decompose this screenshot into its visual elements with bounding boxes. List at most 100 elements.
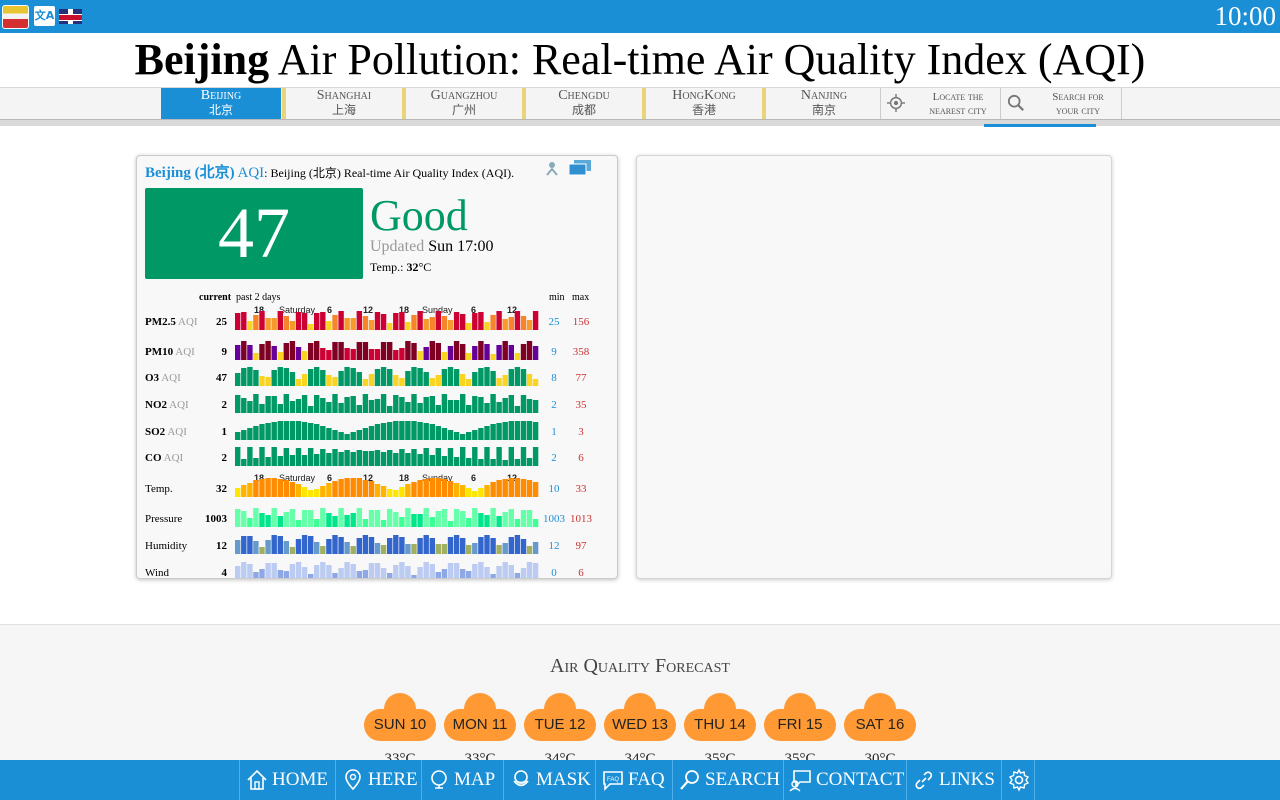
sparkline-bar [435,375,441,386]
sparkline-bar [532,379,539,386]
gear-icon [1008,768,1030,792]
sparkline-bar [393,535,399,554]
sparkline-bar [399,537,405,554]
city-tab-shanghai[interactable]: Shanghai 上海 [282,88,402,119]
sparkline-bar [295,312,302,330]
row-max-value: 156 [572,316,590,328]
locate-label-line2: nearest city [929,105,987,117]
row-label-name: Wind [145,567,169,579]
city-tab-beijing[interactable]: Beijing 北京 [161,88,281,119]
sparkline-bar [289,547,296,554]
sparkline-bar [344,515,350,527]
sparkline-bar [393,421,399,440]
locate-nearest-city-button[interactable]: Locate the nearest city [880,88,1000,119]
city-tab-hongkong[interactable]: HongKong 香港 [642,88,762,119]
sparkline-bar [520,510,527,527]
sparkline-bar [441,316,448,330]
sparkline-bar [441,456,448,466]
nav-settings[interactable] [1001,760,1035,800]
forecast-day-cloud[interactable]: WED 13 [604,693,676,745]
row-max-value: 3 [578,426,584,438]
sparkline-bar [295,399,302,413]
nav-contact[interactable]: CONTACT [783,760,908,800]
sparkline-bar [472,564,478,578]
city-tab-guangzhou[interactable]: Guangzhou 广州 [402,88,522,119]
top-bar: 文A 10:00 [0,0,1280,33]
sparkline-bar [253,458,259,466]
forecast-day-label: SAT 16 [855,716,905,733]
forecast-day-cloud[interactable]: SAT 16 [844,693,916,745]
sparkline-bar [277,352,283,360]
sparkline-bar [417,368,423,386]
english-flag-icon[interactable] [59,9,82,24]
sparkline-bar [508,345,514,360]
sparkline-bar [241,341,247,360]
windows-icon[interactable] [569,160,591,176]
sparkline-bar [417,567,423,578]
forecast-day-cloud[interactable]: TUE 12 [524,693,596,745]
sparkline-bar [405,371,411,386]
sparkline-bar [441,428,448,440]
nav-home[interactable]: HOME [239,760,332,800]
sparkline-bar [326,375,332,386]
nav-search[interactable]: SEARCH [672,760,784,800]
sparkline-bar [411,421,417,440]
sparkline-bar [393,565,399,578]
forecast-day-cloud[interactable]: FRI 15 [764,693,836,745]
sparkline-bar [472,543,478,554]
sparkline-bar [380,452,387,466]
sparkline-bar [484,447,490,466]
sparkline-bar [435,426,441,440]
sparkline-bar [320,312,326,330]
sparkline-bar [289,372,296,386]
translate-icon[interactable]: 文A [34,6,55,26]
sparkline-bar [447,346,454,360]
sparkline-bar [338,452,344,466]
nav-mask-label: MASK [536,769,591,790]
sparkline-bar [271,396,277,413]
nav-mask[interactable]: MASK [503,760,595,800]
sparkline-bar [338,342,344,360]
sparkline-bar [429,424,435,440]
col-current-header: current [199,292,232,303]
sparkline-bar [441,569,448,578]
share-icon[interactable] [545,161,559,177]
row-sparkline [235,394,539,413]
sparkline-bar [496,423,502,440]
sparkline-bar [466,379,472,386]
forecast-day-cloud[interactable]: SUN 10 [364,693,436,745]
sparkline-bar [393,395,399,413]
city-tab-label-cn: 上海 [331,103,356,117]
sparkline-bar [295,520,302,527]
aqi-card-city-link[interactable]: Beijing (北京) [145,165,235,181]
sparkline-bar [453,483,460,497]
sparkline-bar [308,369,314,386]
sparkline-bar [277,311,283,330]
forecast-day-cloud[interactable]: MON 11 [444,693,516,745]
sparkline-bar [435,511,441,527]
nav-map[interactable]: MAP [421,760,499,800]
active-tool-underline [984,124,1096,127]
sparkline-bar [520,369,527,386]
aqicn-logo-icon[interactable] [2,5,29,29]
sparkline-bar [405,566,411,578]
nav-faq[interactable]: FAQ FAQ [595,760,669,800]
sparkline-bar [271,318,277,330]
sparkline-bar [460,485,466,497]
search-city-button[interactable]: Search for your city [1000,88,1122,119]
map-panel [636,155,1112,579]
sparkline-bar [265,341,271,360]
city-tab-nanjing[interactable]: Nanjing 南京 [762,88,882,119]
sparkline-bar [447,481,454,497]
nav-here[interactable]: HERE [335,760,422,800]
sparkline-bar [247,321,253,330]
sparkline-bar [435,544,441,554]
sparkline-bar [368,510,375,527]
nav-links[interactable]: LINKS [906,760,999,800]
city-tab-label-cn: 南京 [811,103,836,117]
forecast-day-cloud[interactable]: THU 14 [684,693,756,745]
city-tab-chengdu[interactable]: Chengdu 成都 [522,88,642,119]
sparkline-bar [405,322,411,330]
row-label-name: Humidity [145,540,188,552]
row-min-value: 9 [551,346,557,358]
